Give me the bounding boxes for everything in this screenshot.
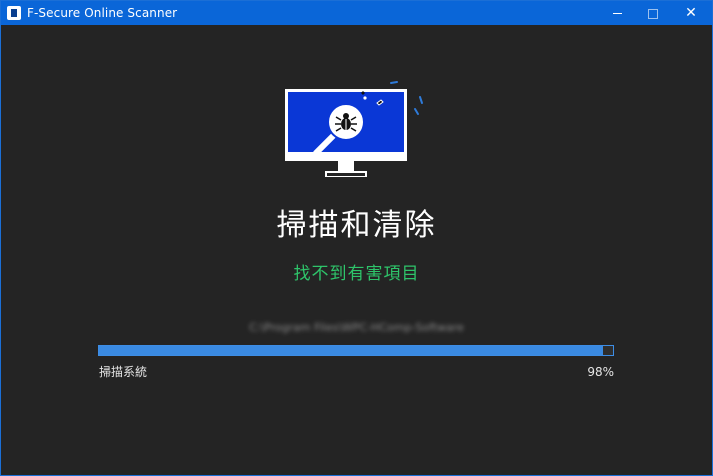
maximize-button[interactable] bbox=[635, 1, 671, 25]
scan-headline: 掃描和清除 bbox=[276, 208, 437, 243]
progress-label: 掃描系統 bbox=[99, 365, 148, 379]
app-icon bbox=[7, 6, 21, 20]
maximize-icon bbox=[648, 8, 658, 19]
close-button[interactable]: ✕ bbox=[673, 1, 709, 25]
close-icon: ✕ bbox=[685, 5, 697, 21]
scan-progress-fill bbox=[99, 346, 603, 355]
monitor-bug-scan-icon bbox=[281, 79, 429, 187]
scan-progress-bar bbox=[98, 345, 614, 356]
scan-status: 找不到有害項目 bbox=[293, 264, 420, 284]
window-title: F-Secure Online Scanner bbox=[27, 6, 178, 20]
progress-percentage: 98% bbox=[587, 365, 614, 379]
minimize-button[interactable] bbox=[599, 1, 635, 25]
title-bar[interactable]: F-Secure Online Scanner ✕ bbox=[1, 1, 712, 25]
minimize-icon bbox=[612, 13, 622, 14]
current-scan-path: C:\Program Files\WPC-HComp-Software bbox=[249, 321, 464, 334]
scanner-window: F-Secure Online Scanner ✕ 掃描和清除 找不到有害項目 … bbox=[0, 0, 713, 476]
